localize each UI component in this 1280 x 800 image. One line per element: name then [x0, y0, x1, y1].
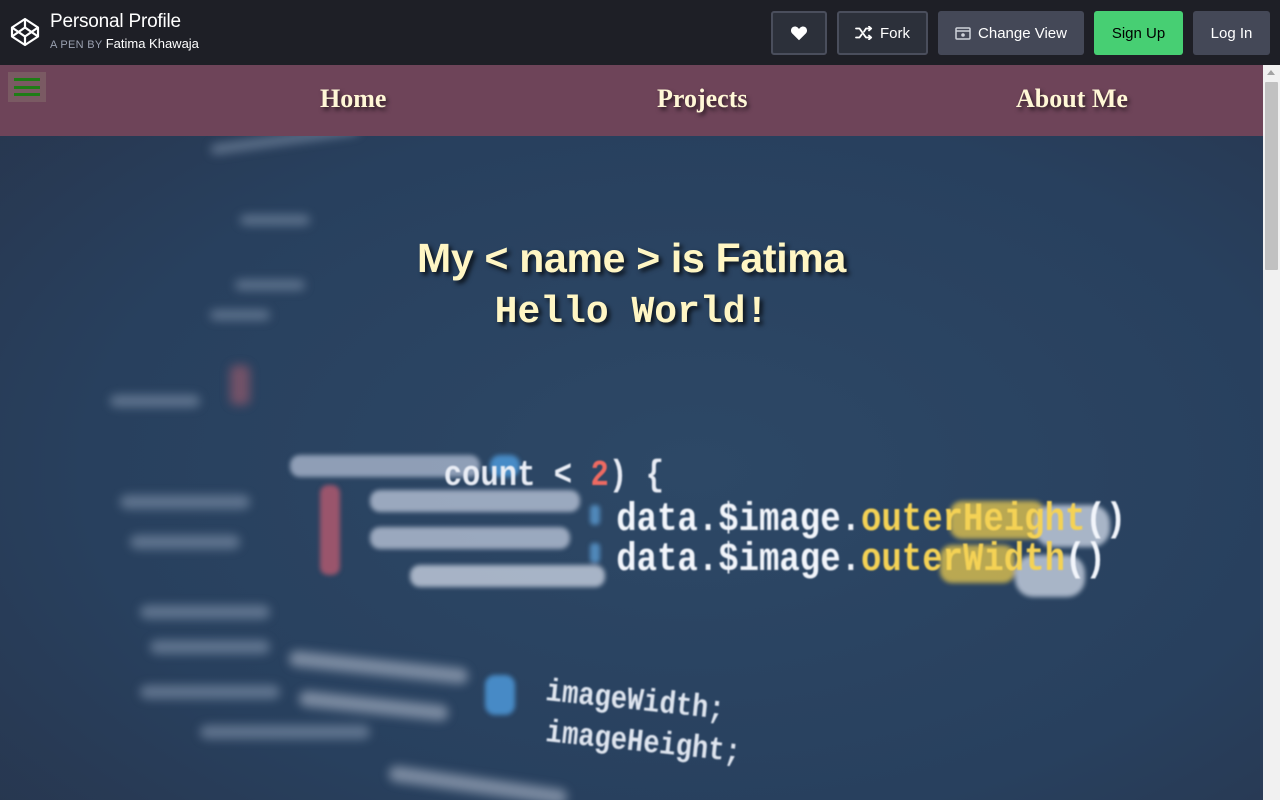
pen-title: Personal Profile: [50, 11, 181, 32]
change-view-button[interactable]: Change View: [938, 11, 1084, 55]
byline-prefix: A PEN BY: [50, 39, 103, 51]
codepen-header: Personal Profile A PEN BY Fatima Khawaja…: [0, 0, 1280, 65]
pen-preview: count < 2) { data.$image.outerHeight() d…: [0, 65, 1280, 800]
fork-button[interactable]: Fork: [837, 11, 928, 55]
nav-link-home[interactable]: Home: [320, 84, 386, 114]
nav-link-projects[interactable]: Projects: [657, 84, 747, 114]
sign-up-button[interactable]: Sign Up: [1094, 11, 1183, 55]
hamburger-line: [14, 85, 40, 89]
site-navbar: Home Projects About Me: [0, 65, 1263, 136]
fork-label: Fork: [880, 24, 910, 42]
nav-link-about-me[interactable]: About Me: [1016, 84, 1128, 114]
code-line-2: data.$image.outerHeight(): [616, 498, 1126, 543]
hero-background-image: count < 2) { data.$image.outerHeight() d…: [0, 65, 1263, 800]
heart-icon: [790, 26, 808, 41]
change-view-label: Change View: [978, 24, 1067, 42]
scroll-up-arrow-icon[interactable]: [1267, 70, 1275, 75]
hamburger-line: [14, 78, 40, 81]
view-icon: [955, 26, 971, 40]
love-button[interactable]: [771, 11, 827, 55]
hamburger-line: [14, 93, 40, 96]
pen-byline: A PEN BY Fatima Khawaja: [50, 36, 199, 51]
preview-scrollbar[interactable]: [1263, 65, 1280, 800]
hamburger-icon[interactable]: [8, 72, 46, 102]
hero-title: My < name > is Fatima: [417, 235, 846, 281]
hero-subtitle: Hello World!: [494, 291, 769, 334]
log-in-button[interactable]: Log In: [1193, 11, 1270, 55]
code-line-3: data.$image.outerWidth(): [616, 538, 1106, 583]
codepen-logo-icon[interactable]: [9, 16, 41, 48]
author-link[interactable]: Fatima Khawaja: [106, 36, 199, 51]
scrollbar-thumb[interactable]: [1265, 82, 1278, 270]
fork-icon: [855, 26, 873, 40]
code-line-1: count < 2) {: [444, 456, 664, 497]
